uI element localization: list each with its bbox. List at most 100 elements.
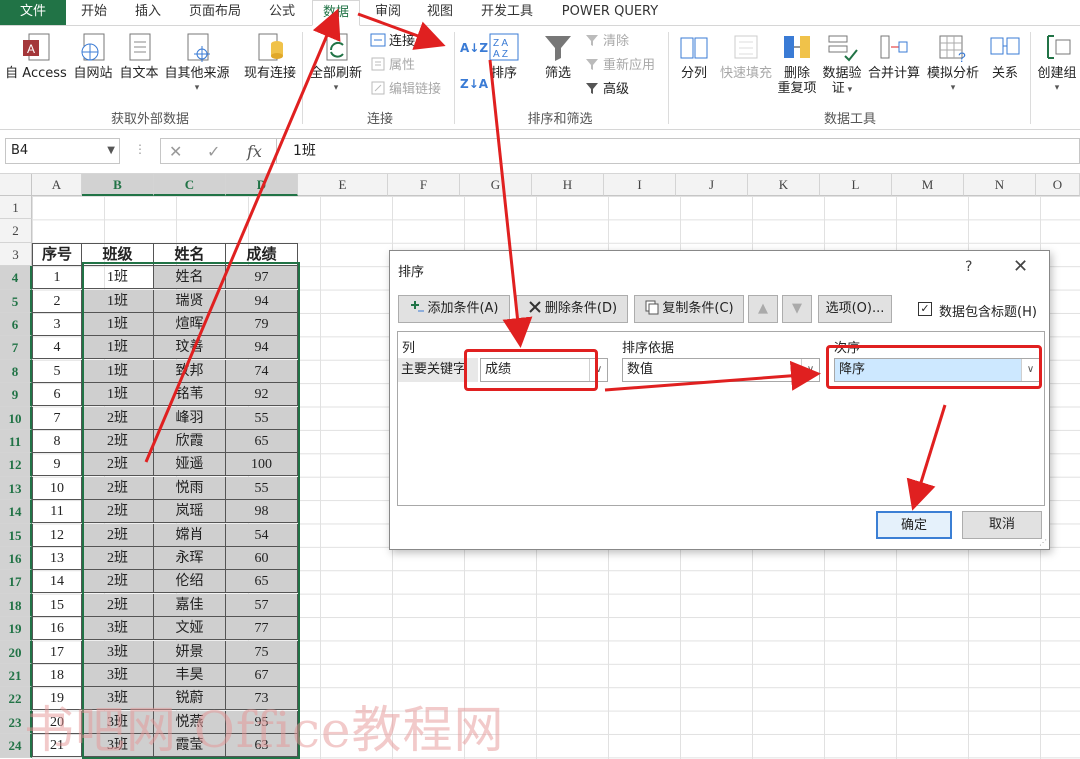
enter-icon[interactable]: ✓	[207, 142, 220, 161]
tab-review[interactable]: 审阅	[366, 0, 410, 25]
table-cell[interactable]: 79	[226, 313, 298, 336]
filter-button[interactable]: 筛选	[536, 30, 580, 81]
table-cell[interactable]: 2	[32, 289, 82, 313]
column-header-d[interactable]: D	[226, 174, 298, 196]
table-cell[interactable]: 16	[32, 617, 82, 641]
column-header-h[interactable]: H	[532, 174, 604, 196]
table-cell[interactable]: 丰昊	[154, 664, 226, 687]
table-cell[interactable]: 98	[226, 500, 298, 524]
formula-input[interactable]: 1班	[276, 138, 1080, 164]
row-header-16[interactable]: 16	[0, 547, 32, 571]
table-cell[interactable]: 永珲	[154, 547, 226, 570]
from-access-button[interactable]: A 自 Access	[4, 30, 68, 81]
table-cell[interactable]: 娅遥	[154, 453, 226, 477]
move-down-button[interactable]: ▼	[782, 295, 812, 323]
table-header-cell[interactable]: 成绩	[226, 242, 298, 266]
table-cell[interactable]: 2班	[82, 593, 154, 617]
row-header-10[interactable]: 10	[0, 406, 32, 430]
table-cell[interactable]: 1班	[82, 383, 154, 407]
row-header-5[interactable]: 5	[0, 289, 32, 313]
table-cell[interactable]: 1班	[82, 289, 154, 313]
row-header-20[interactable]: 20	[0, 640, 32, 664]
tab-data[interactable]: 数据	[312, 0, 360, 26]
table-header-cell[interactable]: 班级	[82, 242, 154, 266]
table-cell[interactable]: 55	[226, 476, 298, 500]
table-cell[interactable]: 1班	[82, 313, 154, 336]
data-validation-button[interactable]: 数据验 证 ▾	[820, 30, 864, 98]
table-cell[interactable]: 姓名	[154, 266, 226, 290]
table-cell[interactable]: 54	[226, 523, 298, 547]
table-cell[interactable]: 75	[226, 640, 298, 664]
table-cell[interactable]: 67	[226, 664, 298, 687]
column-header-c[interactable]: C	[154, 174, 226, 196]
table-cell[interactable]: 2班	[82, 476, 154, 500]
table-cell[interactable]: 峰羽	[154, 406, 226, 430]
row-header-12[interactable]: 12	[0, 453, 32, 477]
sort-on-dropdown-icon[interactable]: ∨	[801, 359, 819, 381]
table-cell[interactable]: 2班	[82, 523, 154, 547]
tab-home[interactable]: 开始	[72, 0, 116, 25]
name-box-dropdown-icon[interactable]: ▼	[107, 139, 115, 163]
table-cell[interactable]: 4	[32, 336, 82, 360]
sort-on-select[interactable]: 数值 ∨	[622, 358, 820, 382]
properties-button[interactable]: 属性	[370, 56, 415, 76]
table-cell[interactable]: 瑞贤	[154, 289, 226, 313]
from-text-button[interactable]: 自文本	[116, 30, 162, 81]
table-cell[interactable]: 94	[226, 336, 298, 360]
table-cell[interactable]: 1班	[82, 336, 154, 360]
table-cell[interactable]: 嫦肖	[154, 523, 226, 547]
table-cell[interactable]: 6	[32, 383, 82, 407]
table-cell[interactable]: 嘉佳	[154, 593, 226, 617]
table-cell[interactable]: 17	[32, 640, 82, 664]
tab-view[interactable]: 视图	[418, 0, 462, 25]
table-cell[interactable]: 9	[32, 453, 82, 477]
existing-connections-button[interactable]: 现有连接	[240, 30, 300, 81]
options-button[interactable]: 选项(O)...	[818, 295, 892, 323]
table-cell[interactable]: 100	[226, 453, 298, 477]
table-cell[interactable]: 文娅	[154, 617, 226, 641]
move-up-button[interactable]: ▲	[748, 295, 778, 323]
table-cell[interactable]: 悦雨	[154, 476, 226, 500]
table-cell[interactable]: 14	[32, 570, 82, 594]
copy-level-button[interactable]: 复制条件(C)	[634, 295, 744, 323]
row-header-1[interactable]: 1	[0, 196, 32, 220]
table-cell[interactable]: 伦绍	[154, 570, 226, 594]
column-header-f[interactable]: F	[388, 174, 460, 196]
add-level-button[interactable]: 添加条件(A)	[398, 295, 510, 323]
table-cell[interactable]: 2班	[82, 430, 154, 453]
text-to-columns-button[interactable]: 分列	[674, 30, 714, 81]
column-header-g[interactable]: G	[460, 174, 532, 196]
table-cell[interactable]: 煊晖	[154, 313, 226, 336]
advanced-filter-button[interactable]: 高级	[584, 80, 629, 100]
table-cell[interactable]: 3	[32, 313, 82, 336]
tab-power-query[interactable]: POWER QUERY	[552, 0, 668, 25]
table-cell[interactable]: 铭苇	[154, 383, 226, 407]
delete-level-button[interactable]: 删除条件(D)	[516, 295, 628, 323]
row-header-21[interactable]: 21	[0, 664, 32, 688]
row-header-11[interactable]: 11	[0, 430, 32, 454]
cancel-icon[interactable]: ✕	[169, 142, 182, 161]
has-headers-checkbox[interactable]: ✓	[918, 302, 932, 316]
cancel-button[interactable]: 取消	[962, 511, 1042, 539]
table-header-cell[interactable]: 姓名	[154, 242, 226, 266]
column-header-b[interactable]: B	[82, 174, 154, 196]
tab-formulas[interactable]: 公式	[260, 0, 304, 25]
table-cell[interactable]: 2班	[82, 406, 154, 430]
table-cell[interactable]: 3班	[82, 617, 154, 641]
what-if-analysis-button[interactable]: ? 模拟分析 ▾	[924, 30, 982, 96]
tab-insert[interactable]: 插入	[126, 0, 170, 25]
consolidate-button[interactable]: 合并计算	[866, 30, 922, 81]
remove-duplicates-button[interactable]: 删除 重复项	[776, 30, 818, 96]
connections-button[interactable]: 连接	[370, 32, 415, 52]
from-web-button[interactable]: 自网站	[70, 30, 116, 81]
row-header-9[interactable]: 9	[0, 383, 32, 407]
table-cell[interactable]: 2班	[82, 500, 154, 524]
row-header-6[interactable]: 6	[0, 313, 32, 337]
table-cell[interactable]: 13	[32, 547, 82, 570]
column-header-k[interactable]: K	[748, 174, 820, 196]
row-header-15[interactable]: 15	[0, 523, 32, 547]
name-box[interactable]: B4 ▼	[5, 138, 120, 164]
column-header-a[interactable]: A	[32, 174, 82, 196]
table-cell[interactable]: 18	[32, 664, 82, 687]
table-cell[interactable]: 玟善	[154, 336, 226, 360]
